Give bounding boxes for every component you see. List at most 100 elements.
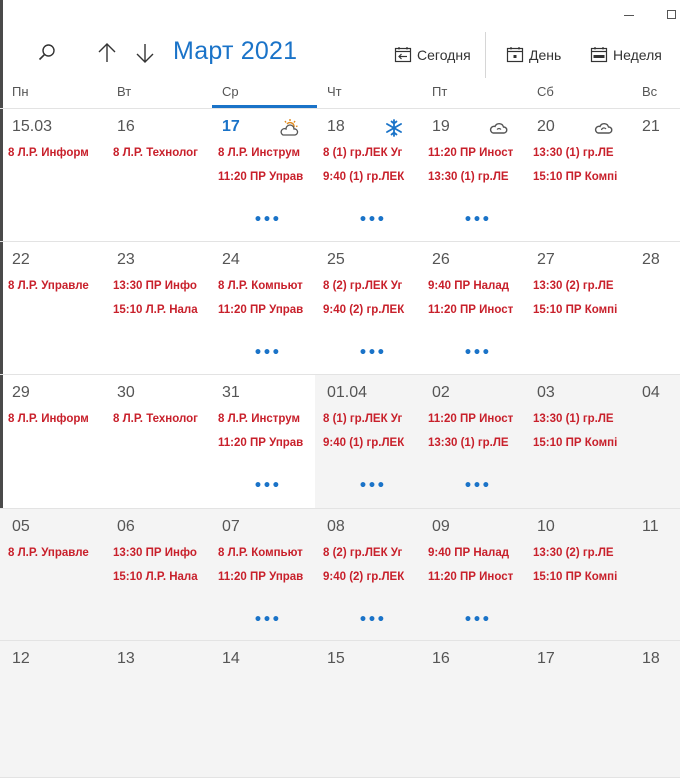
more-events-button[interactable]: •••: [254, 478, 281, 494]
calendar-event[interactable]: 11:20 ПР Иност: [428, 571, 521, 583]
calendar-event[interactable]: 8 Л.Р. Инструм: [218, 147, 311, 159]
day-cell[interactable]: 08 8 (2) гр.ЛЕК Уг 9:40 (2) гр.ЛЕК •••: [315, 509, 420, 641]
more-events-button[interactable]: •••: [464, 212, 491, 228]
day-cell[interactable]: 12: [0, 641, 105, 778]
day-cell[interactable]: 30 8 Л.Р. Технолог: [105, 375, 210, 509]
day-cell[interactable]: 28: [630, 242, 680, 375]
calendar-event[interactable]: 9:40 ПР Налад: [428, 280, 521, 292]
day-cell[interactable]: 05 8 Л.Р. Управле: [0, 509, 105, 641]
calendar-event[interactable]: 11:20 ПР Управ: [218, 571, 311, 583]
calendar-event[interactable]: 13:30 ПР Инфо: [113, 280, 206, 292]
more-events-button[interactable]: •••: [254, 345, 281, 361]
day-cell[interactable]: 07 8 Л.Р. Компьют 11:20 ПР Управ •••: [210, 509, 315, 641]
today-button[interactable]: Сегодня: [394, 40, 471, 70]
day-cell[interactable]: 21: [630, 109, 680, 242]
day-view-button[interactable]: День: [506, 40, 561, 70]
day-number: 25: [327, 251, 345, 268]
calendar-event[interactable]: 13:30 (1) гр.ЛЕ: [428, 171, 521, 183]
more-events-button[interactable]: •••: [464, 345, 491, 361]
day-cell[interactable]: 06 13:30 ПР Инфо 15:10 Л.Р. Нала: [105, 509, 210, 641]
calendar-event[interactable]: 15:10 ПР Компі: [533, 571, 626, 583]
calendar-event[interactable]: 15:10 ПР Компі: [533, 304, 626, 316]
search-button[interactable]: [30, 36, 64, 70]
more-events-button[interactable]: •••: [254, 212, 281, 228]
day-cell[interactable]: 22 8 Л.Р. Управле: [0, 242, 105, 375]
day-cell[interactable]: 20 13:30 (1) гр.ЛЕ 15:10 ПР Компі: [525, 109, 630, 242]
day-cell[interactable]: 11: [630, 509, 680, 641]
day-cell[interactable]: 01.04 8 (1) гр.ЛЕК Уг 9:40 (1) гр.ЛЕК •••: [315, 375, 420, 509]
more-events-button[interactable]: •••: [359, 212, 386, 228]
calendar-event[interactable]: 11:20 ПР Иност: [428, 304, 521, 316]
calendar-event[interactable]: 13:30 (1) гр.ЛЕ: [428, 437, 521, 449]
calendar-event[interactable]: 8 Л.Р. Информ: [8, 413, 101, 425]
next-month-button[interactable]: [130, 36, 160, 70]
maximize-button[interactable]: [667, 10, 676, 19]
day-cell[interactable]: 26 9:40 ПР Налад 11:20 ПР Иност •••: [420, 242, 525, 375]
day-cell[interactable]: 24 8 Л.Р. Компьют 11:20 ПР Управ •••: [210, 242, 315, 375]
day-cell[interactable]: 09 9:40 ПР Налад 11:20 ПР Иност •••: [420, 509, 525, 641]
calendar-event[interactable]: 9:40 ПР Налад: [428, 547, 521, 559]
day-cell[interactable]: 02 11:20 ПР Иност 13:30 (1) гр.ЛЕ •••: [420, 375, 525, 509]
calendar-event[interactable]: 8 (1) гр.ЛЕК Уг: [323, 147, 416, 159]
day-cell[interactable]: 25 8 (2) гр.ЛЕК Уг 9:40 (2) гр.ЛЕК •••: [315, 242, 420, 375]
previous-month-button[interactable]: [92, 36, 122, 70]
calendar-event[interactable]: 9:40 (1) гр.ЛЕК: [323, 171, 416, 183]
calendar-event[interactable]: 8 Л.Р. Технолог: [113, 413, 206, 425]
day-cell[interactable]: 29 8 Л.Р. Информ: [0, 375, 105, 509]
calendar-event[interactable]: 13:30 (2) гр.ЛЕ: [533, 280, 626, 292]
day-cell[interactable]: 18 8 (1) гр.ЛЕК Уг 9:40 (1) гр.ЛЕК •••: [315, 109, 420, 242]
calendar-event[interactable]: 15:10 ПР Компі: [533, 437, 626, 449]
calendar-event[interactable]: 13:30 ПР Инфо: [113, 547, 206, 559]
calendar-event[interactable]: 9:40 (2) гр.ЛЕК: [323, 304, 416, 316]
calendar-event[interactable]: 9:40 (2) гр.ЛЕК: [323, 571, 416, 583]
calendar-event[interactable]: 8 Л.Р. Компьют: [218, 547, 311, 559]
calendar-event[interactable]: 11:20 ПР Иност: [428, 147, 521, 159]
more-events-button[interactable]: •••: [464, 478, 491, 494]
calendar-event[interactable]: 8 (1) гр.ЛЕК Уг: [323, 413, 416, 425]
calendar-event[interactable]: 15:10 Л.Р. Нала: [113, 571, 206, 583]
minimize-button[interactable]: [624, 6, 636, 20]
calendar-event[interactable]: 13:30 (1) гр.ЛЕ: [533, 147, 626, 159]
calendar-event[interactable]: 8 (2) гр.ЛЕК Уг: [323, 280, 416, 292]
day-cell[interactable]: 16 8 Л.Р. Технолог: [105, 109, 210, 242]
calendar-event[interactable]: 8 Л.Р. Технолог: [113, 147, 206, 159]
more-events-button[interactable]: •••: [359, 612, 386, 628]
calendar-event[interactable]: 8 Л.Р. Информ: [8, 147, 101, 159]
day-cell[interactable]: 15: [315, 641, 420, 778]
calendar-event[interactable]: 8 Л.Р. Компьют: [218, 280, 311, 292]
day-cell[interactable]: 16: [420, 641, 525, 778]
more-events-button[interactable]: •••: [254, 612, 281, 628]
calendar-event[interactable]: 11:20 ПР Управ: [218, 437, 311, 449]
calendar-event[interactable]: 15:10 ПР Компі: [533, 171, 626, 183]
calendar-event[interactable]: 8 (2) гр.ЛЕК Уг: [323, 547, 416, 559]
more-events-button[interactable]: •••: [359, 345, 386, 361]
calendar-event[interactable]: 8 Л.Р. Управле: [8, 280, 101, 292]
day-cell[interactable]: 31 8 Л.Р. Инструм 11:20 ПР Управ •••: [210, 375, 315, 509]
day-cell[interactable]: 19 11:20 ПР Иност 13:30 (1) гр.ЛЕ •••: [420, 109, 525, 242]
month-title[interactable]: Март 2021: [173, 37, 297, 66]
more-events-button[interactable]: •••: [464, 612, 491, 628]
calendar-event[interactable]: 9:40 (1) гр.ЛЕК: [323, 437, 416, 449]
day-cell[interactable]: 13: [105, 641, 210, 778]
calendar-event[interactable]: 8 Л.Р. Инструм: [218, 413, 311, 425]
day-cell[interactable]: 23 13:30 ПР Инфо 15:10 Л.Р. Нала: [105, 242, 210, 375]
day-cell[interactable]: 04: [630, 375, 680, 509]
weekday-sat: Сб: [537, 84, 554, 99]
day-cell[interactable]: 17: [525, 641, 630, 778]
day-cell[interactable]: 17 8 Л.Р. Инструм 11:20 ПР Управ •••: [210, 109, 315, 242]
day-cell[interactable]: 03 13:30 (1) гр.ЛЕ 15:10 ПР Компі: [525, 375, 630, 509]
calendar-event[interactable]: 13:30 (2) гр.ЛЕ: [533, 547, 626, 559]
calendar-event[interactable]: 11:20 ПР Управ: [218, 171, 311, 183]
week-view-button[interactable]: Неделя: [590, 40, 662, 70]
day-cell[interactable]: 10 13:30 (2) гр.ЛЕ 15:10 ПР Компі: [525, 509, 630, 641]
calendar-event[interactable]: 13:30 (1) гр.ЛЕ: [533, 413, 626, 425]
calendar-event[interactable]: 15:10 Л.Р. Нала: [113, 304, 206, 316]
day-cell[interactable]: 18: [630, 641, 680, 778]
day-cell[interactable]: 15.03 8 Л.Р. Информ: [0, 109, 105, 242]
calendar-event[interactable]: 11:20 ПР Управ: [218, 304, 311, 316]
more-events-button[interactable]: •••: [359, 478, 386, 494]
calendar-event[interactable]: 11:20 ПР Иност: [428, 413, 521, 425]
calendar-event[interactable]: 8 Л.Р. Управле: [8, 547, 101, 559]
day-cell[interactable]: 14: [210, 641, 315, 778]
day-cell[interactable]: 27 13:30 (2) гр.ЛЕ 15:10 ПР Компі: [525, 242, 630, 375]
